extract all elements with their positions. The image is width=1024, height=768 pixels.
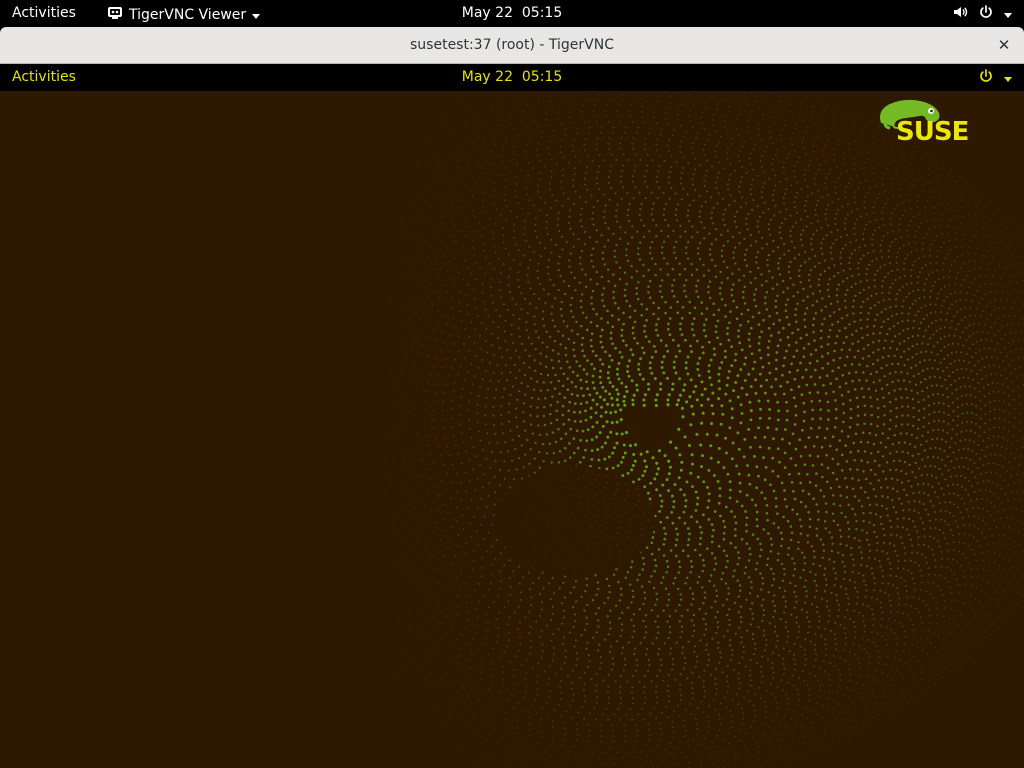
remote-top-bar: Activities May 22 05:15 [0,64,1024,91]
suse-wordmark: SUSE [896,117,969,147]
host-activities-button[interactable]: Activities [12,5,76,21]
wallpaper-swirl-pattern [367,91,1024,768]
remote-activities-button[interactable]: Activities [12,69,76,85]
chevron-down-icon [252,13,261,19]
window-titlebar[interactable]: susetest:37 (root) - TigerVNC ✕ [0,27,1024,64]
host-top-bar: Activities TigerVNC Viewer May 22 05:15 [0,0,1024,27]
remote-clock-wrap: May 22 05:15 [0,69,1024,85]
host-status-menu[interactable] [952,4,1012,24]
remote-clock[interactable]: May 22 05:15 [462,69,562,85]
window-title: susetest:37 (root) - TigerVNC [410,37,614,53]
host-clock[interactable]: May 22 05:15 [462,5,562,21]
power-icon [978,68,994,88]
chevron-down-icon [1004,12,1012,18]
volume-icon [952,4,968,24]
power-icon [978,4,994,24]
close-icon: ✕ [997,36,1011,54]
app-menu-label: TigerVNC Viewer [129,7,247,23]
tigervnc-icon [107,5,123,25]
remote-desktop[interactable]: Activities May 22 05:15 SUSE [0,64,1024,768]
suse-logo: SUSE [876,97,988,149]
chevron-down-icon [1004,76,1012,82]
app-menu[interactable]: TigerVNC Viewer [107,5,261,25]
desktop-wallpaper[interactable]: SUSE [0,91,1024,768]
remote-status-menu[interactable] [978,68,1012,88]
close-button[interactable]: ✕ [994,35,1014,55]
